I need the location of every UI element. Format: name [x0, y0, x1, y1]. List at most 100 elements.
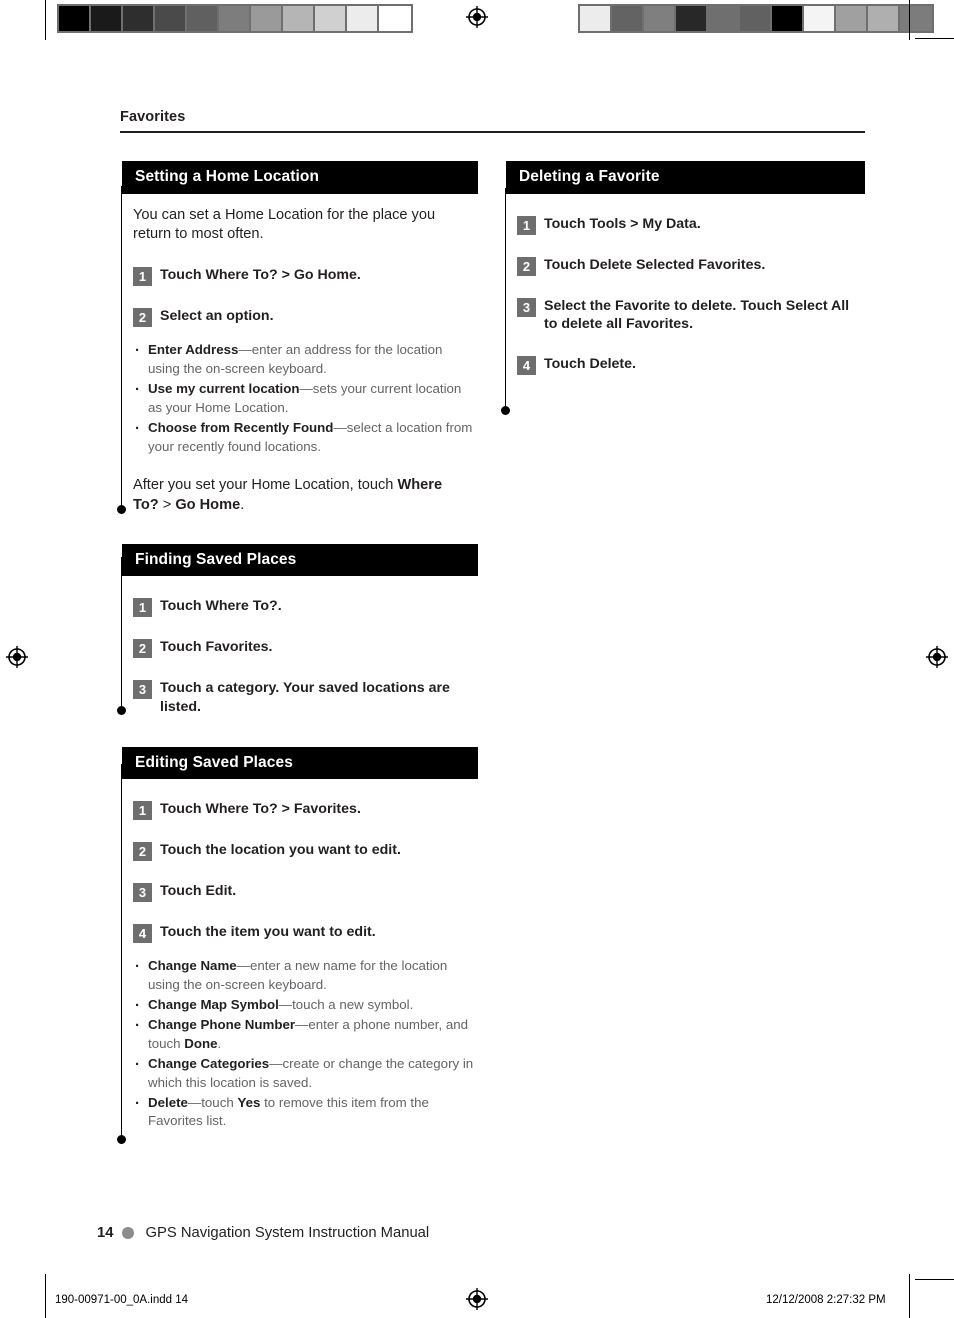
bullet-item: Change Categories—create or change the c… — [133, 1054, 474, 1093]
section-editing-saved-places: Editing Saved Places 1 Touch Where To? >… — [122, 746, 478, 1131]
section-body: 1 Touch Where To?. 2 Touch Favorites. 3 … — [122, 597, 478, 717]
step-list: 1 Touch Tools > My Data. 2 Touch Delete … — [517, 215, 861, 376]
section-finding-saved-places: Finding Saved Places 1 Touch Where To?. … — [122, 543, 478, 717]
step-number-badge: 4 — [133, 924, 152, 944]
section-title: Setting a Home Location — [122, 161, 478, 194]
step-text: Select an option. — [160, 308, 274, 325]
step-item: 4 Touch Delete. — [517, 355, 861, 376]
bullet-item: Enter Address—enter an address for the l… — [133, 340, 474, 379]
step-text: Touch Where To? > Favorites. — [160, 801, 361, 818]
step-text: Touch Edit. — [160, 883, 237, 900]
bullet-item: Change Name—enter a new name for the loc… — [133, 956, 474, 995]
after-note: After you set your Home Location, touch … — [133, 476, 474, 516]
bullet-term: Choose from Recently Found — [148, 419, 334, 435]
step-number-badge: 1 — [133, 801, 152, 821]
step-item: 4 Touch the item you want to edit. — [133, 923, 474, 944]
text-thread-line-left-2 — [121, 557, 122, 711]
step-text: Select the Favorite to delete. Touch Sel… — [544, 297, 850, 333]
step-text: Touch Delete Selected Favorites. — [544, 256, 766, 273]
step-number-badge: 3 — [133, 883, 152, 903]
bullet-term: Change Categories — [148, 1055, 270, 1071]
section-title: Finding Saved Places — [122, 543, 478, 577]
slug-timestamp: 12/12/2008 2:27:32 PM — [766, 1294, 886, 1306]
bullet-item: Change Map Symbol—touch a new symbol. — [133, 995, 474, 1016]
bullet-item: Use my current location—sets your curren… — [133, 379, 474, 418]
bullet-term: Use my current location — [148, 381, 300, 397]
step-number-badge: 2 — [133, 308, 152, 328]
footer-title: GPS Navigation System Instruction Manual — [145, 1225, 430, 1241]
step-number-badge: 4 — [517, 356, 536, 376]
section-deleting-a-favorite: Deleting a Favorite 1 Touch Tools > My D… — [506, 161, 865, 376]
bullet-term: Change Map Symbol — [148, 997, 279, 1013]
text-thread-line-right-1 — [505, 188, 506, 410]
section-body: 1 Touch Where To? > Favorites. 2 Touch t… — [122, 800, 478, 1131]
bullet-item: Choose from Recently Found—select a loca… — [133, 418, 474, 457]
slug-filename: 190-00971-00_0A.indd 14 — [55, 1294, 189, 1306]
option-bullet-list: Enter Address—enter an address for the l… — [133, 340, 474, 457]
bullet-desc: —touch — [187, 1094, 238, 1110]
bullet-desc: —touch a new symbol. — [278, 997, 414, 1013]
step-number-badge: 2 — [133, 842, 152, 862]
step-number-badge: 3 — [517, 297, 536, 317]
running-head-rule — [120, 131, 865, 133]
manual-page: Favorites Setting a Home Location You ca… — [0, 0, 954, 1318]
step-item: 1 Touch Where To? > Go Home. — [133, 266, 474, 287]
step-item: 2 Touch Favorites. — [133, 638, 474, 659]
edit-option-bullet-list: Change Name—enter a new name for the loc… — [133, 956, 474, 1132]
step-text: Touch Delete. — [544, 356, 636, 373]
running-head: Favorites — [120, 109, 186, 125]
step-text: Touch Tools > My Data. — [544, 215, 701, 232]
text-thread-dot-left-3 — [117, 1135, 126, 1144]
text-thread-line-left-3 — [121, 764, 122, 1140]
step-list: 1 Touch Where To? > Go Home. 2 Select an… — [133, 266, 474, 328]
section-body: 1 Touch Tools > My Data. 2 Touch Delete … — [506, 215, 865, 376]
section-intro: You can set a Home Location for the plac… — [133, 206, 436, 243]
step-text: Touch the item you want to edit. — [160, 924, 376, 941]
section-setting-a-home-location: Setting a Home Location You can set a Ho… — [122, 161, 478, 516]
after-note-part: After you set your Home Location, touch — [133, 476, 398, 493]
text-thread-dot-left-2 — [117, 706, 126, 715]
bullet-item: Delete—touch Yes to remove this item fro… — [133, 1093, 474, 1132]
step-text: Touch Where To?. — [160, 598, 282, 615]
left-column: Setting a Home Location You can set a Ho… — [122, 161, 478, 1132]
page-number: 14 — [97, 1225, 114, 1241]
bullet-tail-bold: Done — [184, 1035, 218, 1051]
page-footer: 14 GPS Navigation System Instruction Man… — [97, 1225, 429, 1241]
step-item: 2 Touch Delete Selected Favorites. — [517, 256, 861, 276]
step-list: 1 Touch Where To? > Favorites. 2 Touch t… — [133, 800, 474, 944]
bullet-tail-bold: Yes — [237, 1094, 261, 1110]
step-item: 3 Touch Edit. — [133, 882, 474, 903]
step-item: 2 Select an option. — [133, 307, 474, 328]
step-item: 3 Touch a category. Your saved locations… — [133, 679, 474, 717]
step-list: 1 Touch Where To?. 2 Touch Favorites. 3 … — [133, 597, 474, 717]
after-note-part: > — [158, 496, 176, 513]
step-number-badge: 2 — [133, 639, 152, 659]
step-text: Touch the location you want to edit. — [160, 842, 401, 859]
text-thread-dot-right-1 — [501, 406, 510, 415]
bullet-term: Enter Address — [148, 342, 239, 358]
step-text: Touch a category. Your saved locations a… — [160, 680, 450, 716]
step-item: 2 Touch the location you want to edit. — [133, 841, 474, 862]
footer-bullet-dot-icon — [122, 1227, 135, 1239]
step-item: 1 Touch Where To?. — [133, 597, 474, 618]
bullet-item: Change Phone Number—enter a phone number… — [133, 1015, 474, 1054]
step-number-badge: 1 — [133, 598, 152, 618]
bullet-term: Change Phone Number — [148, 1017, 296, 1033]
step-number-badge: 1 — [517, 215, 536, 235]
after-note-part: . — [240, 496, 245, 513]
step-number-badge: 2 — [517, 256, 536, 276]
right-column: Deleting a Favorite 1 Touch Tools > My D… — [506, 161, 865, 376]
section-title: Editing Saved Places — [122, 746, 478, 780]
text-thread-line-left-1 — [121, 186, 122, 509]
bullet-term: Change Name — [148, 958, 237, 974]
after-note-part: Go Home — [175, 496, 241, 513]
step-text: Touch Favorites. — [160, 639, 273, 656]
section-title: Deleting a Favorite — [506, 161, 865, 194]
step-item: 3 Select the Favorite to delete. Touch S… — [517, 297, 861, 335]
step-number-badge: 1 — [133, 267, 152, 287]
step-item: 1 Touch Where To? > Favorites. — [133, 800, 474, 821]
bullet-tail: . — [217, 1035, 222, 1051]
section-body: You can set a Home Location for the plac… — [122, 206, 478, 516]
step-text: Touch Where To? > Go Home. — [160, 267, 361, 284]
step-item: 1 Touch Tools > My Data. — [517, 215, 861, 235]
